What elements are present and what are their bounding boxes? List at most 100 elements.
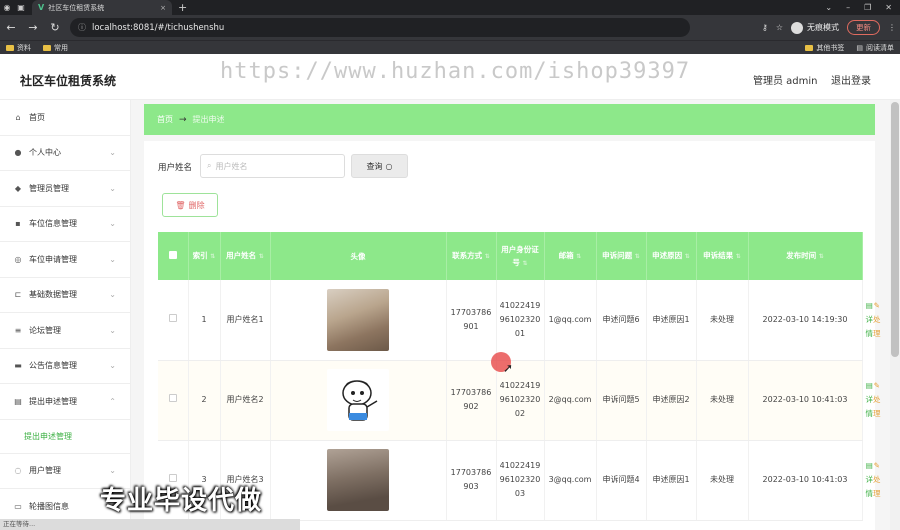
crop-icon: ⊏	[14, 290, 22, 300]
chevron-down-icon[interactable]: ⌄	[825, 3, 832, 12]
admin-icon: ◆	[14, 183, 22, 193]
app-title: 社区车位租赁系统	[20, 74, 117, 88]
browser-tab[interactable]: V 社区车位租赁系统 ×	[32, 0, 172, 15]
folder-icon	[6, 44, 14, 51]
cell-result: 未处理	[696, 440, 749, 521]
sort-icon[interactable]: ⇅	[259, 253, 264, 260]
sidebar-subitem-active[interactable]: 提出申述管理	[0, 420, 130, 454]
detail-button[interactable]: ▤ 详情	[866, 299, 874, 341]
close-window-icon[interactable]: ✕	[885, 3, 892, 12]
cell-time: 2022-03-10 10:41:03	[748, 440, 863, 521]
status-bar: 正在等待...	[0, 519, 300, 530]
key-icon[interactable]: ⚷	[762, 23, 768, 32]
logout-link[interactable]: 退出登录	[831, 72, 871, 87]
info-icon[interactable]: ⓘ	[78, 22, 86, 33]
table-row[interactable]: 1 用户姓名1 17703786901 410224199610232001 1@qq.…	[158, 280, 881, 361]
sidebar-item-4[interactable]: ▪ 车位信息管理 ⌄	[0, 207, 130, 242]
table-row[interactable]: 3 用户姓名3 17703786903 410224199610232003 3@qq.…	[158, 440, 881, 521]
sidebar-item-label: 管理员管理	[29, 183, 69, 193]
sort-icon[interactable]: ⇅	[576, 253, 581, 260]
sidebar-item-6[interactable]: ⊏ 基础数据管理 ⌄	[0, 278, 130, 313]
chevron-down-icon: ⌄	[109, 325, 116, 335]
detail-button[interactable]: ▤ 详情	[866, 459, 874, 501]
row-checkbox[interactable]	[158, 360, 189, 441]
column-header[interactable]: 用户身份证号 ⇅	[496, 232, 545, 280]
restore-icon[interactable]: ❐	[864, 3, 871, 12]
column-header[interactable]: 发布时间 ⇅	[748, 232, 863, 280]
parking-icon: ▪	[15, 219, 21, 229]
new-tab-icon[interactable]: +	[178, 1, 187, 14]
reading-list[interactable]: ▤ 阅读清单	[856, 43, 894, 53]
sidebar-item-3[interactable]: ◆ 管理员管理 ⌄	[0, 171, 130, 207]
handle-button[interactable]: ✎ 处理	[873, 299, 881, 341]
other-bookmarks[interactable]: 其他书签	[805, 43, 844, 53]
sort-icon[interactable]: ⇅	[485, 253, 490, 260]
detail-button[interactable]: ▤ 详情	[866, 379, 874, 421]
bookmark-folder-1[interactable]: 资料	[6, 43, 31, 53]
chevron-down-icon: ⌄	[109, 290, 116, 300]
forward-icon[interactable]: →	[26, 21, 40, 34]
message-icon: ▬	[14, 361, 22, 371]
sidebar: ⌂ 首页 ● 个人中心 ⌄ ◆ 管理员管理 ⌄ ▪ 车位信息管理 ⌄ ◎ 车位申请管理 ⌄ ⊏ 基础数据管理 ⌄…	[0, 100, 131, 530]
page-scrollbar[interactable]	[890, 100, 900, 530]
user-icon: ●	[14, 148, 22, 158]
search-input[interactable]: ⌕ 用户姓名	[200, 154, 345, 178]
table-header-row: 索引 ⇅ 用户姓名 ⇅ 头像 联系方式 ⇅ 用户身份证号 ⇅ 邮箱 ⇅ 申诉问题 ⇅ 申述原因…	[158, 232, 872, 280]
chevron-down-icon: ⌄	[109, 148, 116, 158]
detail-icon: ▤	[865, 381, 873, 390]
url-field[interactable]: ⓘ localhost:8081/#/tichushenshu	[70, 18, 690, 37]
reload-icon[interactable]: ↻	[48, 21, 62, 34]
sort-icon[interactable]: ⇅	[635, 253, 640, 260]
sidebar-item-7[interactable]: ≡ 论坛管理 ⌄	[0, 313, 130, 349]
breadcrumb-home[interactable]: 首页	[157, 114, 173, 125]
select-all-checkbox[interactable]	[158, 232, 189, 280]
cell-result: 未处理	[696, 360, 749, 441]
column-header[interactable]: 申诉问题 ⇅	[596, 232, 647, 280]
sidebar-item-9[interactable]: ▤ 提出申述管理 ⌃	[0, 384, 130, 420]
sort-icon[interactable]: ⇅	[819, 253, 824, 260]
column-header[interactable]: 申述原因 ⇅	[646, 232, 697, 280]
cell-reason: 申述原因1	[646, 440, 697, 521]
handle-button[interactable]: ✎ 处理	[873, 379, 881, 421]
avatar-selfie-photo	[327, 449, 389, 511]
column-header[interactable]: 申诉结果 ⇅	[696, 232, 749, 280]
minimize-icon[interactable]: –	[846, 3, 850, 12]
query-button[interactable]: 查询 ○	[351, 154, 408, 178]
avatar-cartoon-boy	[327, 369, 389, 431]
scrollbar-thumb[interactable]	[891, 102, 899, 357]
column-header[interactable]: 头像	[270, 232, 447, 280]
cell-phone: 17703786903	[446, 440, 497, 521]
incognito-indicator[interactable]: 无痕模式	[791, 21, 839, 34]
handle-button[interactable]: ✎ 处理	[873, 459, 881, 501]
bookmark-folder-2[interactable]: 常用	[43, 43, 68, 53]
column-header[interactable]: 索引 ⇅	[188, 232, 221, 280]
extension-icon[interactable]: ▣	[14, 0, 28, 15]
sidebar-item-5[interactable]: ◎ 车位申请管理 ⌄	[0, 242, 130, 278]
folder-icon	[805, 44, 814, 51]
column-header[interactable]: 联系方式 ⇅	[446, 232, 497, 280]
sidebar-item-label: 个人中心	[29, 148, 61, 158]
sidebar-item-8[interactable]: ▬ 公告信息管理 ⌄	[0, 349, 130, 384]
main-content: 首页 → 提出申述 用户姓名 ⌕ 用户姓名 查询 ○ 🗑 删除 索引 ⇅ 用户姓…	[131, 100, 890, 530]
sidebar-item-label: 论坛管理	[29, 325, 61, 335]
browser-menu-icon[interactable]: ◉	[0, 0, 14, 15]
row-checkbox[interactable]	[158, 280, 189, 361]
cell-idcard: 410224199610232001	[496, 280, 545, 361]
sort-icon[interactable]: ⇅	[685, 253, 690, 260]
sort-icon[interactable]: ⇅	[523, 260, 528, 267]
back-icon[interactable]: ←	[4, 21, 18, 34]
cell-phone: 17703786901	[446, 280, 497, 361]
chevron-down-icon: ⌄	[109, 219, 116, 229]
delete-button[interactable]: 🗑 删除	[162, 193, 218, 217]
sort-icon[interactable]: ⇅	[736, 253, 741, 260]
close-tab-icon[interactable]: ×	[160, 4, 166, 12]
update-button[interactable]: 更新	[847, 20, 880, 35]
sidebar-item-2[interactable]: ● 个人中心 ⌄	[0, 136, 130, 171]
sidebar-item-1[interactable]: ⌂ 首页	[0, 100, 130, 136]
star-icon[interactable]: ☆	[776, 23, 783, 32]
sort-icon[interactable]: ⇅	[210, 253, 215, 260]
avatar-cat-photo	[327, 288, 389, 351]
column-header[interactable]: 用户姓名 ⇅	[220, 232, 271, 280]
more-menu-icon[interactable]: ⋮	[888, 23, 896, 32]
column-header[interactable]: 邮箱 ⇅	[544, 232, 597, 280]
